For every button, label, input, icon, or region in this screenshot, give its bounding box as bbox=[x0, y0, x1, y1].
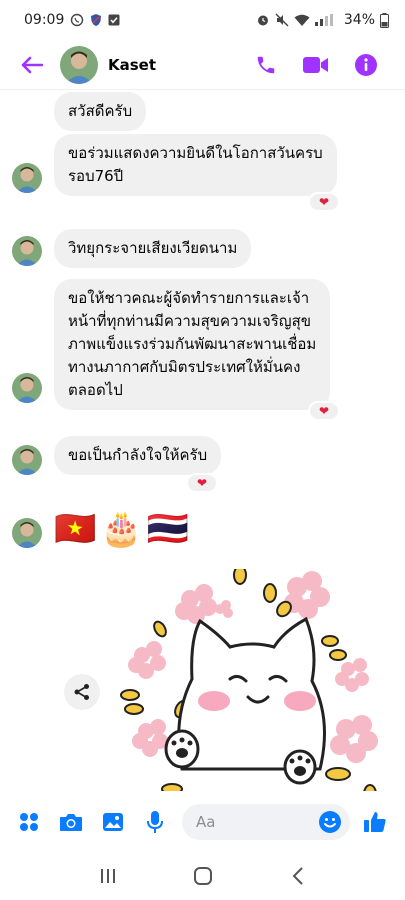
message-bubble[interactable]: ขอร่วมแสดงความยินดีในโอกาสวันครบ รอบ76ปี bbox=[54, 134, 337, 196]
gallery-button[interactable] bbox=[92, 801, 134, 843]
alarm-icon bbox=[256, 13, 270, 27]
info-icon bbox=[355, 53, 377, 76]
share-button[interactable] bbox=[64, 674, 100, 710]
phone-icon bbox=[257, 56, 275, 73]
camera-icon bbox=[60, 814, 82, 831]
status-bar: 09:09 34% bbox=[0, 0, 405, 40]
apps-icon bbox=[20, 813, 38, 831]
recent-apps-button[interactable] bbox=[84, 856, 132, 896]
birthday-cake-emoji: 🎂 bbox=[100, 509, 143, 549]
mute-icon bbox=[275, 13, 289, 27]
viber-notification-icon bbox=[70, 13, 84, 27]
voice-call-button[interactable] bbox=[241, 41, 291, 89]
share-icon bbox=[74, 684, 89, 700]
cat-sticker[interactable] bbox=[112, 565, 392, 791]
system-navigation-bar bbox=[0, 852, 405, 900]
conversation-header: Kaset bbox=[0, 40, 405, 90]
back-button[interactable] bbox=[8, 41, 56, 89]
vietnam-flag-emoji: 🇻🇳 bbox=[54, 509, 97, 549]
status-time: 09:09 bbox=[24, 12, 65, 28]
nav-back-button[interactable] bbox=[274, 856, 322, 896]
thailand-flag-emoji: 🇹🇭 bbox=[146, 509, 190, 549]
voice-record-button[interactable] bbox=[134, 801, 176, 843]
thumbs-up-icon bbox=[364, 812, 386, 832]
message-list[interactable]: สวัสดีครับ ขอร่วมแสดงความยินดีในโอกาสวัน… bbox=[0, 91, 405, 791]
contact-avatar[interactable] bbox=[60, 45, 98, 84]
send-like-button[interactable] bbox=[354, 801, 396, 843]
sender-avatar[interactable] bbox=[12, 373, 42, 403]
reaction-badge[interactable]: ❤ bbox=[186, 473, 218, 493]
sender-avatar[interactable] bbox=[12, 518, 42, 548]
video-call-button[interactable] bbox=[291, 41, 341, 89]
home-button[interactable] bbox=[179, 856, 227, 896]
emoji-picker-button[interactable] bbox=[318, 810, 342, 838]
emoji-message[interactable]: 🇻🇳 🎂 🇹🇭 bbox=[54, 509, 189, 549]
message-bubble[interactable]: สวัสดีครับ bbox=[54, 92, 147, 131]
video-call-icon bbox=[303, 56, 328, 73]
gallery-icon bbox=[103, 813, 123, 831]
apps-button[interactable] bbox=[8, 801, 50, 843]
back-icon bbox=[292, 867, 303, 885]
shield-notification-icon bbox=[90, 13, 102, 27]
home-icon bbox=[193, 867, 212, 885]
contact-name[interactable]: Kaset bbox=[108, 56, 156, 74]
message-input-placeholder: Aa bbox=[196, 813, 216, 831]
message-composer: Aa bbox=[0, 792, 405, 852]
reaction-badge[interactable]: ❤ bbox=[308, 401, 340, 421]
wifi-icon bbox=[294, 14, 310, 27]
sender-avatar[interactable] bbox=[12, 236, 42, 266]
sender-avatar[interactable] bbox=[12, 445, 42, 475]
reaction-badge[interactable]: ❤ bbox=[308, 192, 340, 212]
back-arrow-icon bbox=[21, 56, 43, 73]
recent-apps-icon bbox=[100, 869, 115, 883]
message-input[interactable]: Aa bbox=[182, 804, 350, 840]
emoji-icon bbox=[319, 811, 341, 833]
message-bubble[interactable]: ขอเป็นกำลังใจให้ครับ bbox=[54, 436, 222, 475]
camera-button[interactable] bbox=[50, 801, 92, 843]
microphone-icon bbox=[147, 811, 163, 833]
checkbox-notification-icon bbox=[108, 14, 120, 26]
message-bubble[interactable]: ขอให้ชาวคณะผู้จัดทำรายการและเจ้า หน้าที่… bbox=[54, 279, 331, 410]
battery-icon bbox=[380, 12, 389, 28]
message-bubble[interactable]: วิทยุกระจายเสียงเวียดนาม bbox=[54, 229, 252, 268]
conversation-info-button[interactable] bbox=[341, 41, 391, 89]
battery-level: 34% bbox=[343, 12, 375, 28]
sender-avatar[interactable] bbox=[12, 163, 42, 193]
signal-icon bbox=[314, 14, 339, 26]
